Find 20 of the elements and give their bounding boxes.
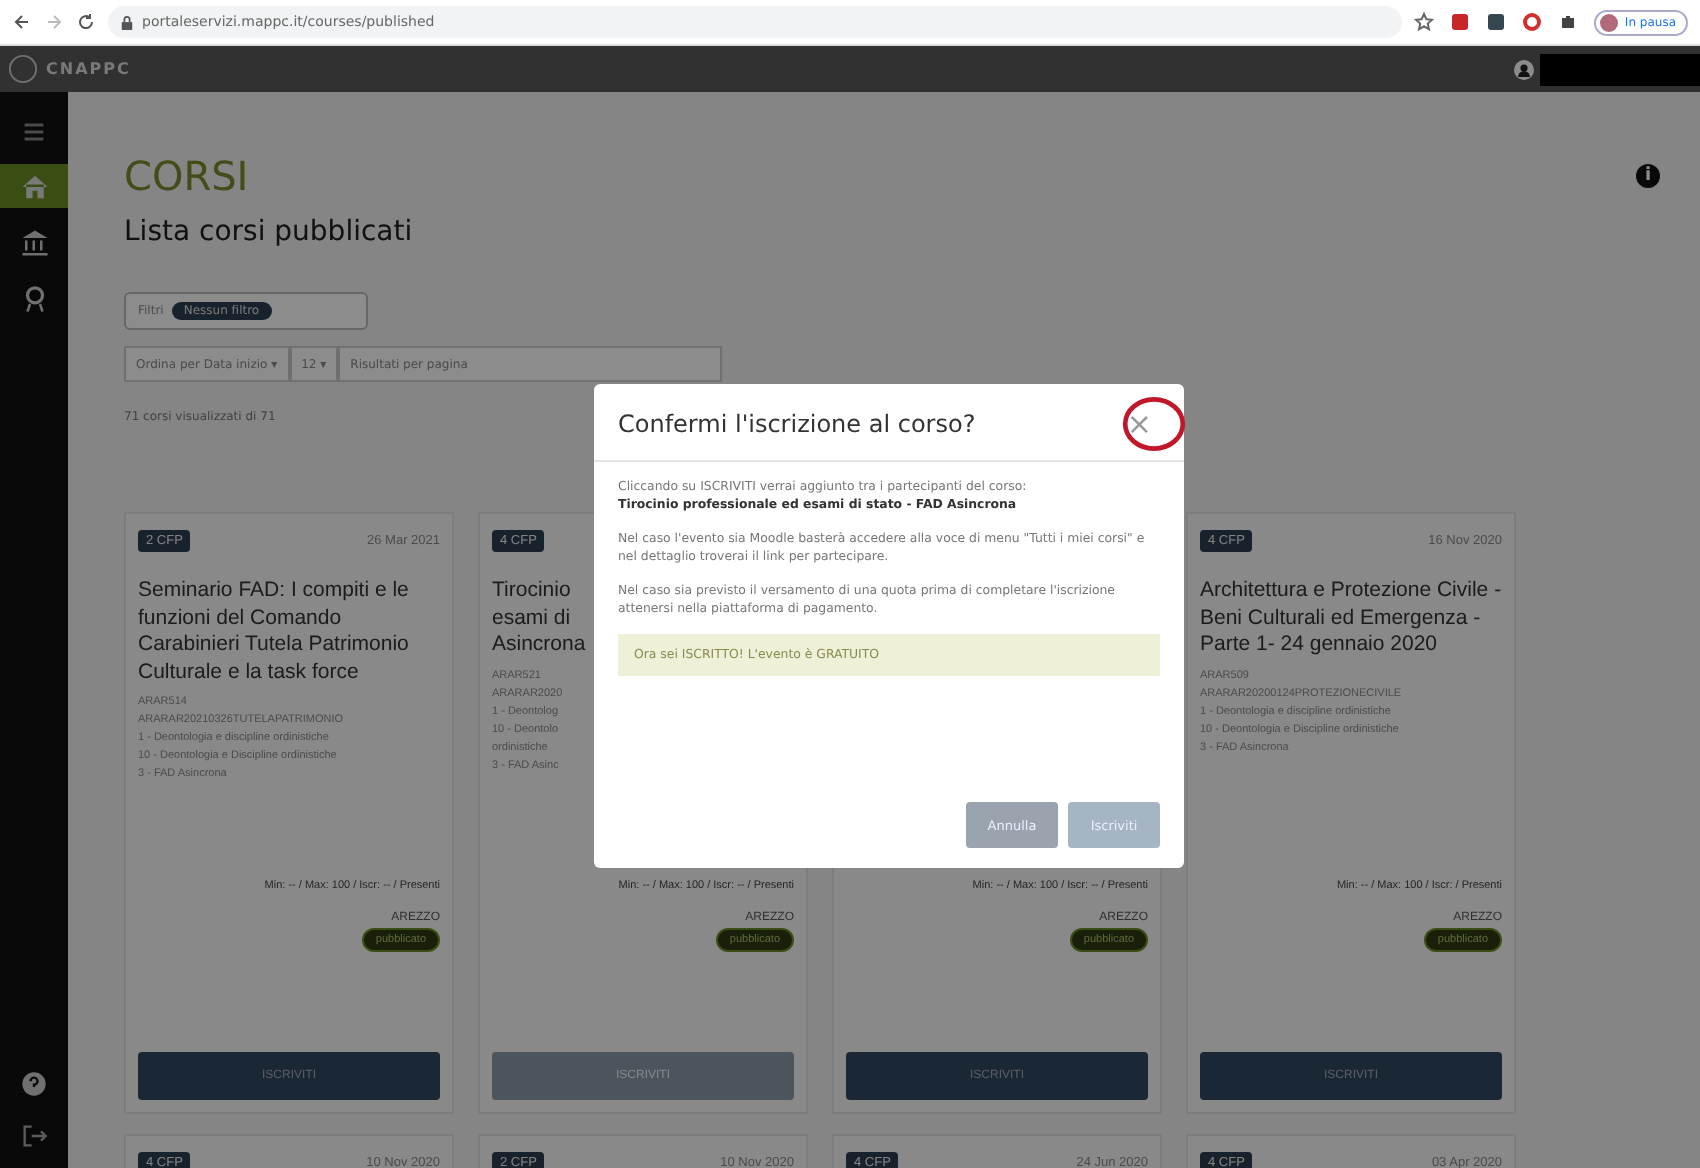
logout-icon[interactable] (20, 1122, 48, 1150)
info-icon[interactable]: i (1636, 164, 1660, 188)
highlight-circle (1122, 396, 1186, 452)
lock-icon (120, 15, 134, 29)
user-icon[interactable] (1514, 59, 1534, 79)
star-icon[interactable] (1414, 12, 1435, 32)
course-title[interactable]: Architettura e Protezione Civile - Beni Culturali ed Emergenza - Parte 1- 24 gennaio 2020 (1200, 578, 1502, 659)
course-title[interactable]: Seminario FAD: I compiti e le funzioni del Comando Carabinieri Tutela Patrimonio Culturale e la task force (138, 578, 440, 686)
page-subtitle: Lista corsi pubblicati (124, 216, 413, 248)
back-icon[interactable] (12, 12, 32, 32)
bank-icon (19, 227, 49, 257)
dialog-title: Confermi l'iscrizione al corso? (618, 410, 976, 438)
extension-icon[interactable] (1486, 12, 1507, 32)
reload-icon[interactable] (76, 12, 96, 32)
logo: CNAPPC (8, 54, 131, 84)
home-icon (19, 171, 49, 201)
extension-icon[interactable] (1522, 12, 1543, 32)
help-icon[interactable] (20, 1070, 48, 1098)
page-title: CORSI (124, 152, 251, 200)
extension-icon[interactable] (1450, 12, 1471, 32)
